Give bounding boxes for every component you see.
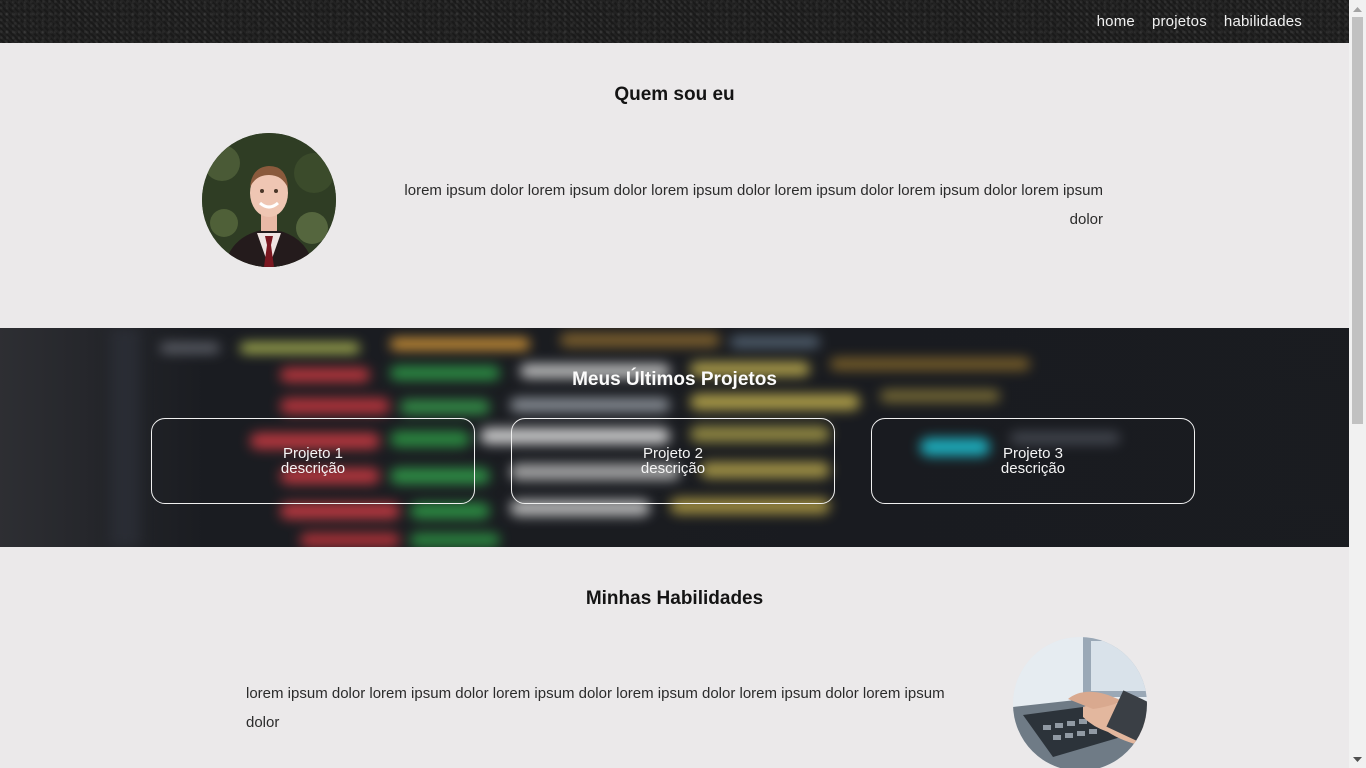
scroll-up-arrow-icon[interactable] — [1349, 0, 1366, 17]
project-card-2[interactable]: Projeto 2 descrição — [511, 418, 835, 504]
nav-link-projetos[interactable]: projetos — [1152, 13, 1207, 30]
project-card-3[interactable]: Projeto 3 descrição — [871, 418, 1195, 504]
about-title: Quem sou eu — [614, 84, 735, 105]
project-card-title: Projeto 1 — [282, 445, 344, 462]
laptop-typing-photo — [1013, 637, 1147, 768]
vertical-scrollbar[interactable] — [1349, 0, 1366, 768]
scrollbar-thumb[interactable] — [1352, 17, 1363, 424]
page: home projetos habilidades Quem sou eu lo… — [0, 0, 1349, 768]
skills-title: Minhas Habilidades — [585, 588, 764, 609]
main-nav: home projetos habilidades — [1097, 0, 1302, 43]
projects-title: Meus Últimos Projetos — [572, 369, 777, 390]
scroll-down-arrow-icon[interactable] — [1349, 751, 1366, 768]
about-section: Quem sou eu lorem ipsum dolor lorem ipsu… — [0, 43, 1349, 328]
project-card-description: descrição — [1000, 460, 1066, 477]
project-card-title: Projeto 2 — [642, 445, 704, 462]
top-navbar: home projetos habilidades — [0, 0, 1349, 43]
skills-section: Minhas Habilidades lorem ipsum dolor lor… — [0, 547, 1349, 768]
project-card-description: descrição — [640, 460, 706, 477]
skills-text: lorem ipsum dolor lorem ipsum dolor lore… — [246, 685, 945, 731]
project-card-title: Projeto 3 — [1002, 445, 1064, 462]
nav-link-habilidades[interactable]: habilidades — [1224, 13, 1302, 30]
projects-section: Meus Últimos Projetos Projeto 1 descriçã… — [0, 328, 1349, 547]
about-text: lorem ipsum dolor lorem ipsum dolor lore… — [404, 182, 1103, 228]
nav-link-home[interactable]: home — [1097, 13, 1135, 30]
project-card-description: descrição — [280, 460, 346, 477]
profile-photo — [202, 133, 336, 267]
project-card-1[interactable]: Projeto 1 descrição — [151, 418, 475, 504]
